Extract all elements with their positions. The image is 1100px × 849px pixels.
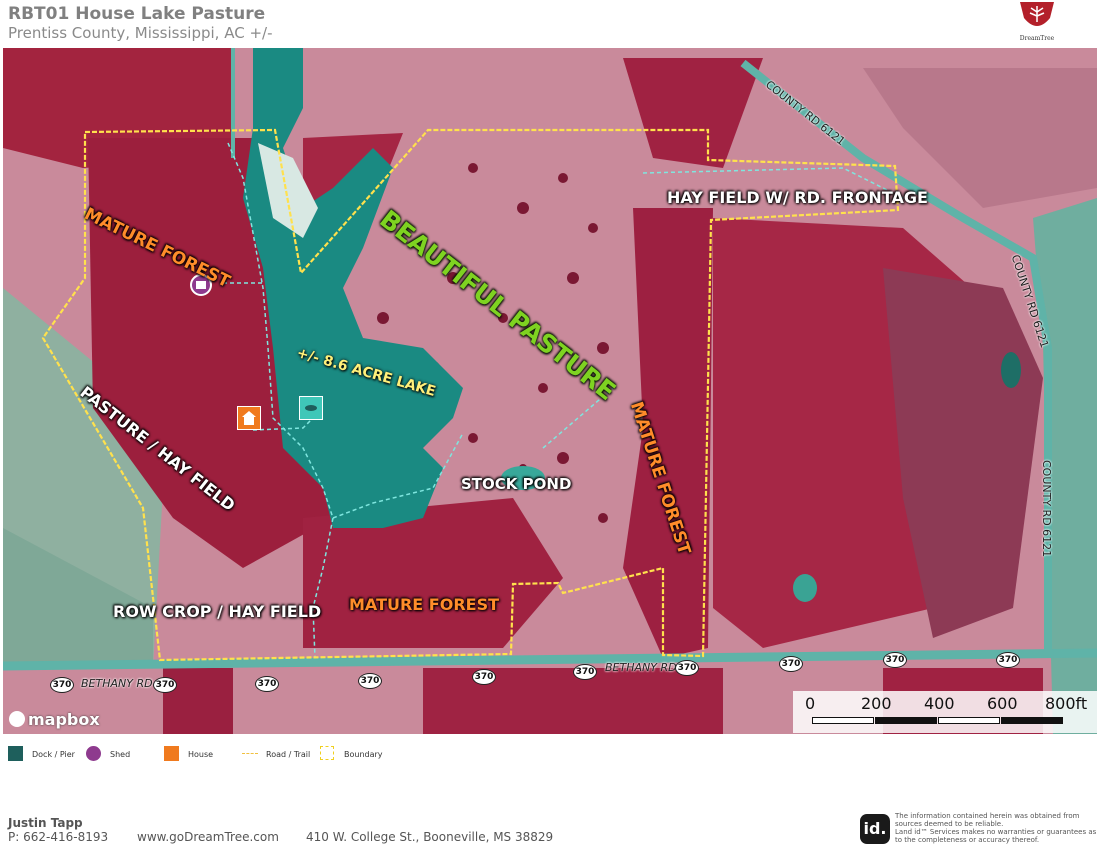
route-shield: 370 (358, 673, 382, 689)
route-shield: 370 (472, 669, 496, 685)
disclaimer: The information contained herein was obt… (895, 812, 1097, 844)
label-row-crop-hay-field: ROW CROP / HAY FIELD (113, 602, 322, 621)
trail-icon (242, 753, 258, 754)
map-subtitle: Prentiss County, Mississippi, AC +/- (8, 24, 273, 42)
road-label-county-rd-low: COUNTY RD 6121 (1040, 460, 1053, 558)
scale-tick: 0 (805, 694, 816, 713)
label-stock-pond: STOCK POND (461, 475, 572, 493)
road-label-bethany-rd-right: BETHANY RD (605, 661, 677, 674)
agent-phone[interactable]: P: 662-416-8193 (8, 830, 108, 844)
shed-icon (86, 746, 101, 761)
scale-tick: 800ft (1045, 694, 1088, 713)
boundary-icon (320, 746, 334, 760)
map-title: RBT01 House Lake Pasture (8, 4, 266, 24)
route-shield: 370 (255, 676, 279, 692)
scale-tick: 400 (924, 694, 955, 713)
scale-tick: 600 (987, 694, 1018, 713)
route-shield: 370 (153, 677, 177, 693)
aerial-map[interactable]: MATURE FOREST BEAUTIFUL PASTURE HAY FIEL… (3, 48, 1097, 734)
agent-website[interactable]: www.goDreamTree.com (137, 830, 279, 844)
mapbox-logo-icon (9, 711, 25, 727)
agent-name: Justin Tapp (8, 816, 83, 830)
dock-icon (8, 746, 23, 761)
scale-bar-segment (875, 717, 937, 724)
route-shield: 370 (996, 652, 1020, 668)
road-label-bethany-rd-left: BETHANY RD (81, 677, 153, 690)
house-icon[interactable] (237, 406, 261, 430)
scale-bar: 0 200 400 600 800ft (793, 691, 1097, 733)
scale-bar-segment (1001, 717, 1063, 724)
scale-bar-segment (938, 717, 1000, 724)
route-shield: 370 (883, 652, 907, 668)
agent-address: 410 W. College St., Booneville, MS 38829 (306, 830, 554, 844)
dreamtree-logo: DreamTree (1020, 2, 1055, 42)
scale-tick: 200 (861, 694, 892, 713)
land-id-logo: id. (860, 814, 890, 844)
route-shield: 370 (675, 660, 699, 676)
route-shield: 370 (573, 664, 597, 680)
route-shield: 370 (50, 677, 74, 693)
label-hay-field-frontage: HAY FIELD W/ RD. FRONTAGE (667, 188, 928, 207)
house-icon (164, 746, 179, 761)
svg-text:DreamTree: DreamTree (1020, 35, 1055, 42)
mapbox-attribution[interactable]: mapbox (9, 710, 100, 729)
scale-bar-segment (812, 717, 874, 724)
route-shield: 370 (779, 656, 803, 672)
dock-icon[interactable] (299, 396, 323, 420)
label-mature-forest-s: MATURE FOREST (349, 595, 500, 614)
